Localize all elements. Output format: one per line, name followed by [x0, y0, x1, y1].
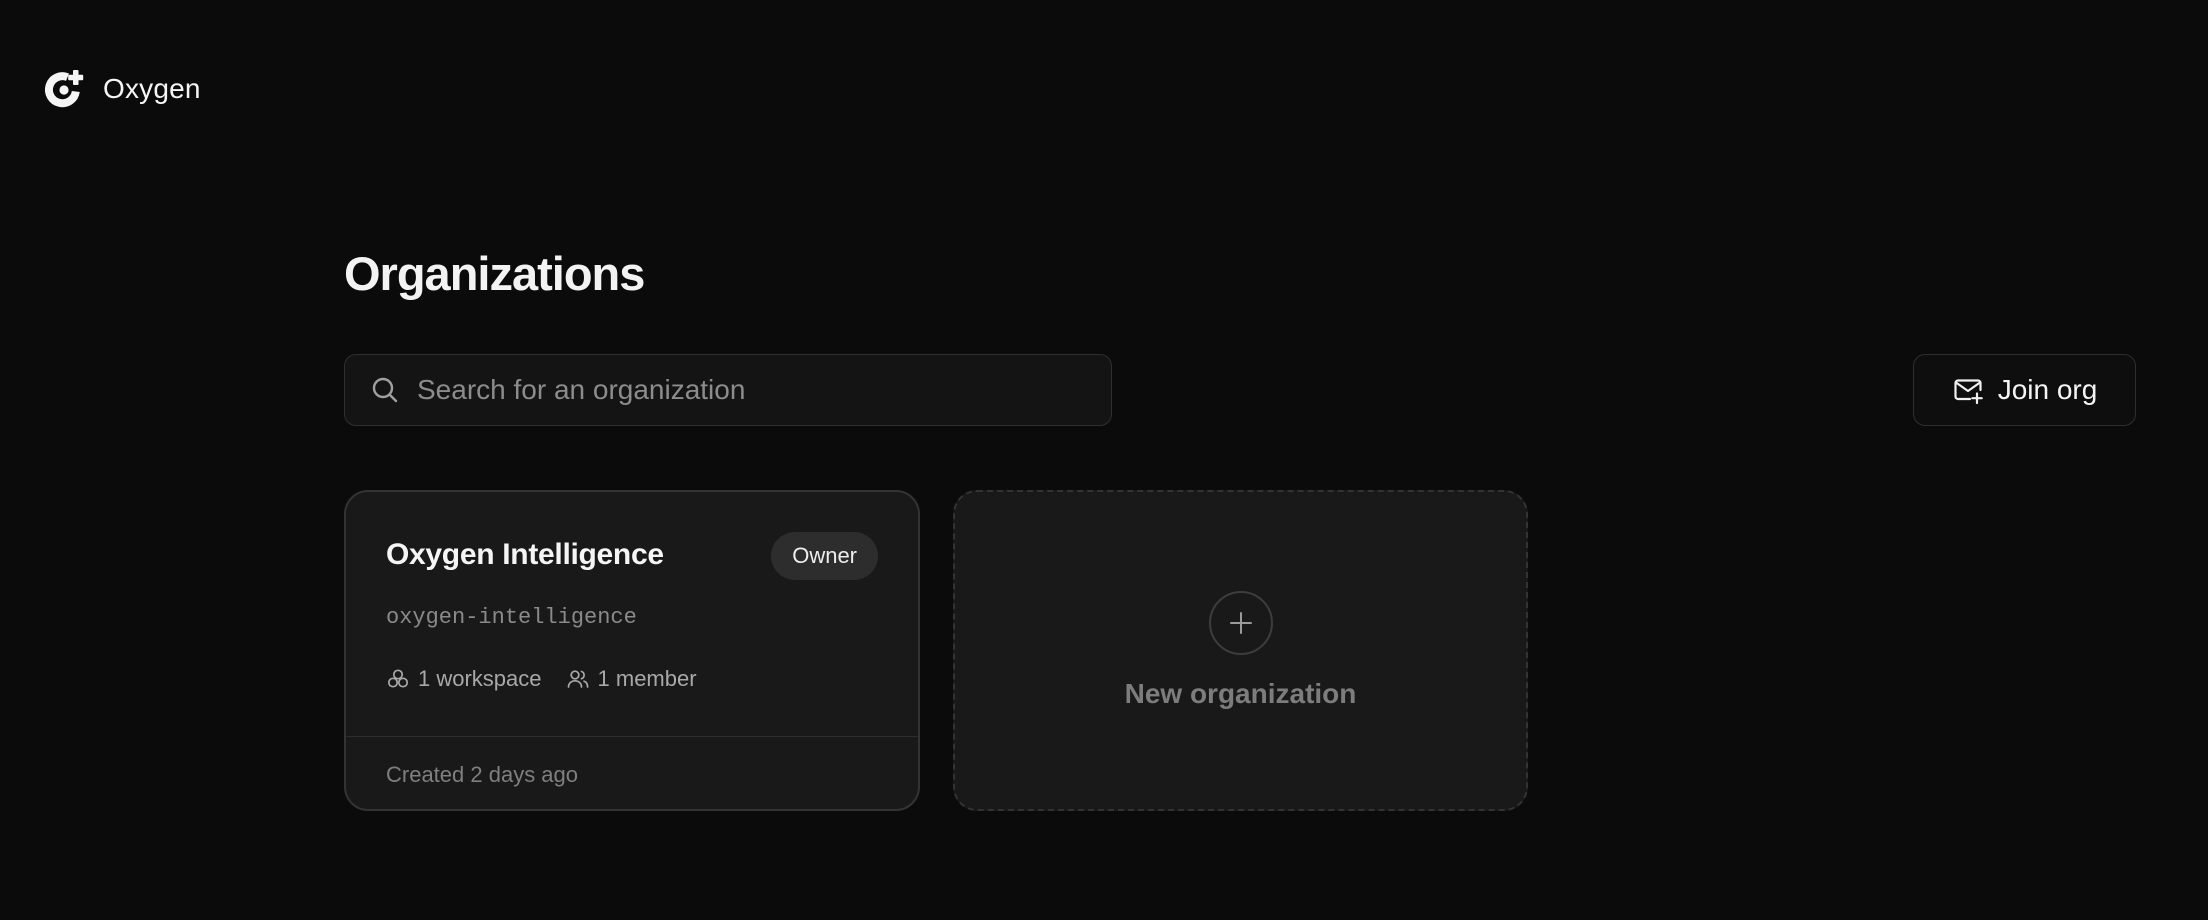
- card-divider: [346, 736, 918, 737]
- search-box[interactable]: [344, 354, 1112, 426]
- oxygen-logo-icon: [44, 70, 84, 108]
- member-count-text: 1 member: [597, 666, 697, 691]
- plus-icon: [1230, 612, 1252, 634]
- workspace-count-text: 1 workspace: [418, 666, 542, 691]
- role-badge: Owner: [771, 532, 878, 580]
- workspace-count: 1 workspace: [386, 666, 542, 692]
- new-organization-card[interactable]: New organization: [953, 490, 1528, 811]
- new-organization-label: New organization: [1124, 678, 1357, 709]
- plus-button: [1209, 591, 1273, 655]
- organization-stats: 1 workspace 1 member: [386, 666, 697, 692]
- join-org-button[interactable]: Join org: [1913, 354, 2136, 426]
- users-icon: [567, 670, 588, 688]
- organization-slug: oxygen-intelligence: [386, 605, 637, 630]
- app-name: Oxygen: [103, 73, 201, 104]
- search-input[interactable]: [417, 355, 1111, 425]
- organization-card[interactable]: Oxygen Intelligence Owner oxygen-intelli…: [344, 490, 920, 811]
- member-count: 1 member: [566, 666, 697, 692]
- workspaces-icon: [387, 669, 409, 688]
- mail-plus-icon: [1954, 379, 1983, 405]
- page-title: Organizations: [344, 247, 645, 300]
- organization-name: Oxygen Intelligence: [386, 538, 664, 571]
- created-date: Created 2 days ago: [386, 762, 579, 787]
- brand[interactable]: Oxygen: [43, 68, 201, 110]
- join-org-label: Join org: [1997, 374, 2098, 405]
- search-icon: [372, 377, 398, 403]
